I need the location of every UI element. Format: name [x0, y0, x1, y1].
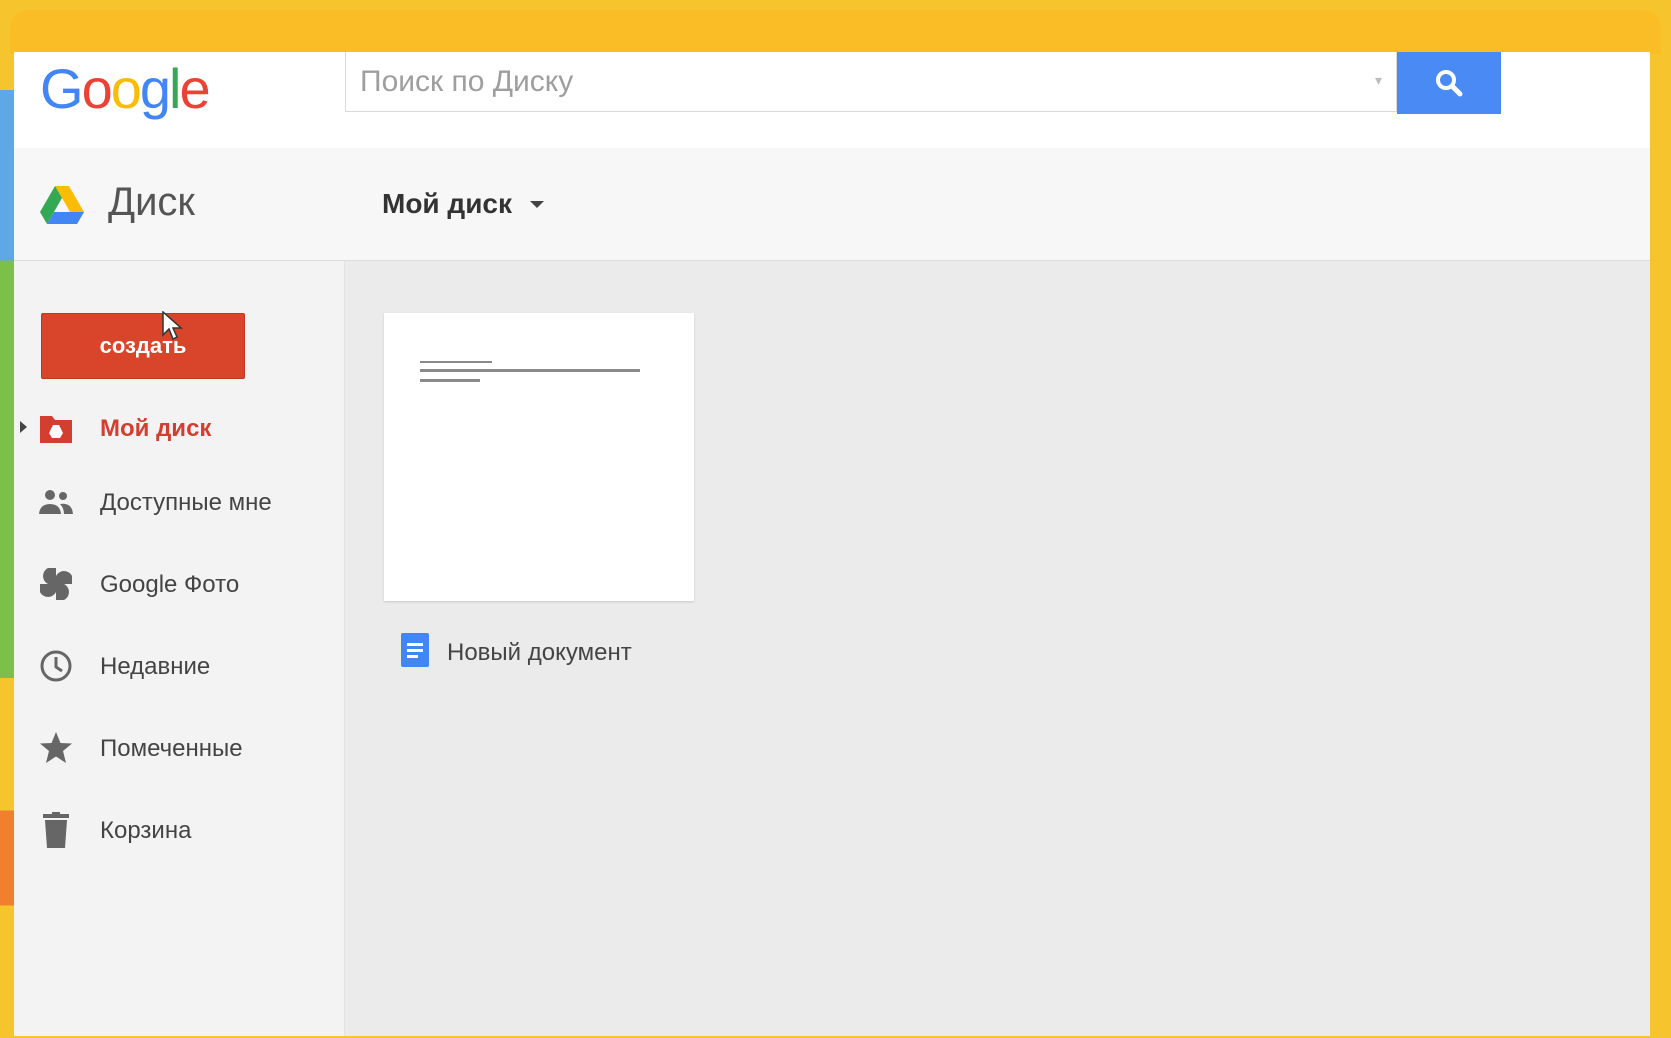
- search-icon: [1436, 70, 1463, 97]
- breadcrumb-label: Мой диск: [382, 188, 512, 219]
- search-button[interactable]: [1397, 52, 1501, 114]
- search-box: ▾: [345, 52, 1397, 112]
- sidebar: создать Мой диск Доступные мне Google Фо…: [14, 261, 345, 1036]
- frame-top-band: [10, 10, 1661, 54]
- google-docs-icon: [401, 633, 429, 672]
- doc-preview-line: [420, 369, 640, 372]
- google-drive-icon[interactable]: [40, 186, 84, 231]
- search-input[interactable]: [358, 52, 1262, 112]
- star-icon: [38, 730, 74, 766]
- sidebar-item-shared-with-me[interactable]: Доступные мне: [14, 477, 344, 527]
- file-thumbnail[interactable]: [384, 313, 694, 601]
- sidebar-item-label: Мой диск: [100, 415, 212, 442]
- logo-letter: o: [110, 57, 142, 120]
- logo-letter: e: [179, 57, 210, 120]
- sidebar-item-label: Корзина: [100, 817, 192, 844]
- file-name: Новый документ: [447, 638, 632, 666]
- doc-preview-line: [420, 379, 480, 382]
- top-header: Google ▾: [14, 52, 1650, 149]
- doc-preview-line: [420, 361, 492, 363]
- clock-icon: [38, 648, 74, 684]
- sidebar-item-label: Google Фото: [100, 571, 240, 598]
- mouse-cursor-icon: [162, 311, 183, 341]
- browser-window: Google ▾ Диск Мой диск созда: [14, 52, 1650, 1036]
- logo-letter: G: [40, 57, 84, 120]
- file-grid: Новый документ: [345, 261, 1650, 1036]
- create-button[interactable]: создать: [41, 313, 245, 379]
- chevron-down-icon: [530, 200, 544, 208]
- sidebar-item-starred[interactable]: Помеченные: [14, 723, 344, 773]
- search-options-icon[interactable]: ▾: [1375, 72, 1382, 89]
- my-drive-icon: [38, 410, 74, 446]
- breadcrumb-my-drive[interactable]: Мой диск: [382, 188, 544, 220]
- sidebar-item-trash[interactable]: Корзина: [14, 805, 344, 855]
- sidebar-item-my-drive[interactable]: Мой диск: [14, 403, 344, 453]
- logo-letter: l: [169, 57, 182, 120]
- app-title: Диск: [108, 180, 195, 224]
- expand-arrow-icon[interactable]: [20, 421, 27, 433]
- trash-icon: [38, 812, 74, 848]
- sidebar-item-label: Недавние: [100, 653, 211, 680]
- logo-letter: g: [139, 57, 171, 120]
- google-photos-icon: [38, 566, 74, 602]
- shared-people-icon: [38, 484, 74, 520]
- sidebar-item-label: Помеченные: [100, 735, 243, 762]
- sidebar-item-recent[interactable]: Недавние: [14, 641, 344, 691]
- logo-letter: o: [81, 57, 113, 120]
- file-item[interactable]: Новый документ: [401, 633, 632, 672]
- drive-toolbar: Диск Мой диск: [14, 148, 1650, 261]
- page-edge-stripes: [0, 90, 14, 1038]
- google-logo[interactable]: Google: [40, 54, 211, 124]
- sidebar-item-label: Доступные мне: [100, 489, 272, 516]
- sidebar-item-google-photos[interactable]: Google Фото: [14, 559, 344, 609]
